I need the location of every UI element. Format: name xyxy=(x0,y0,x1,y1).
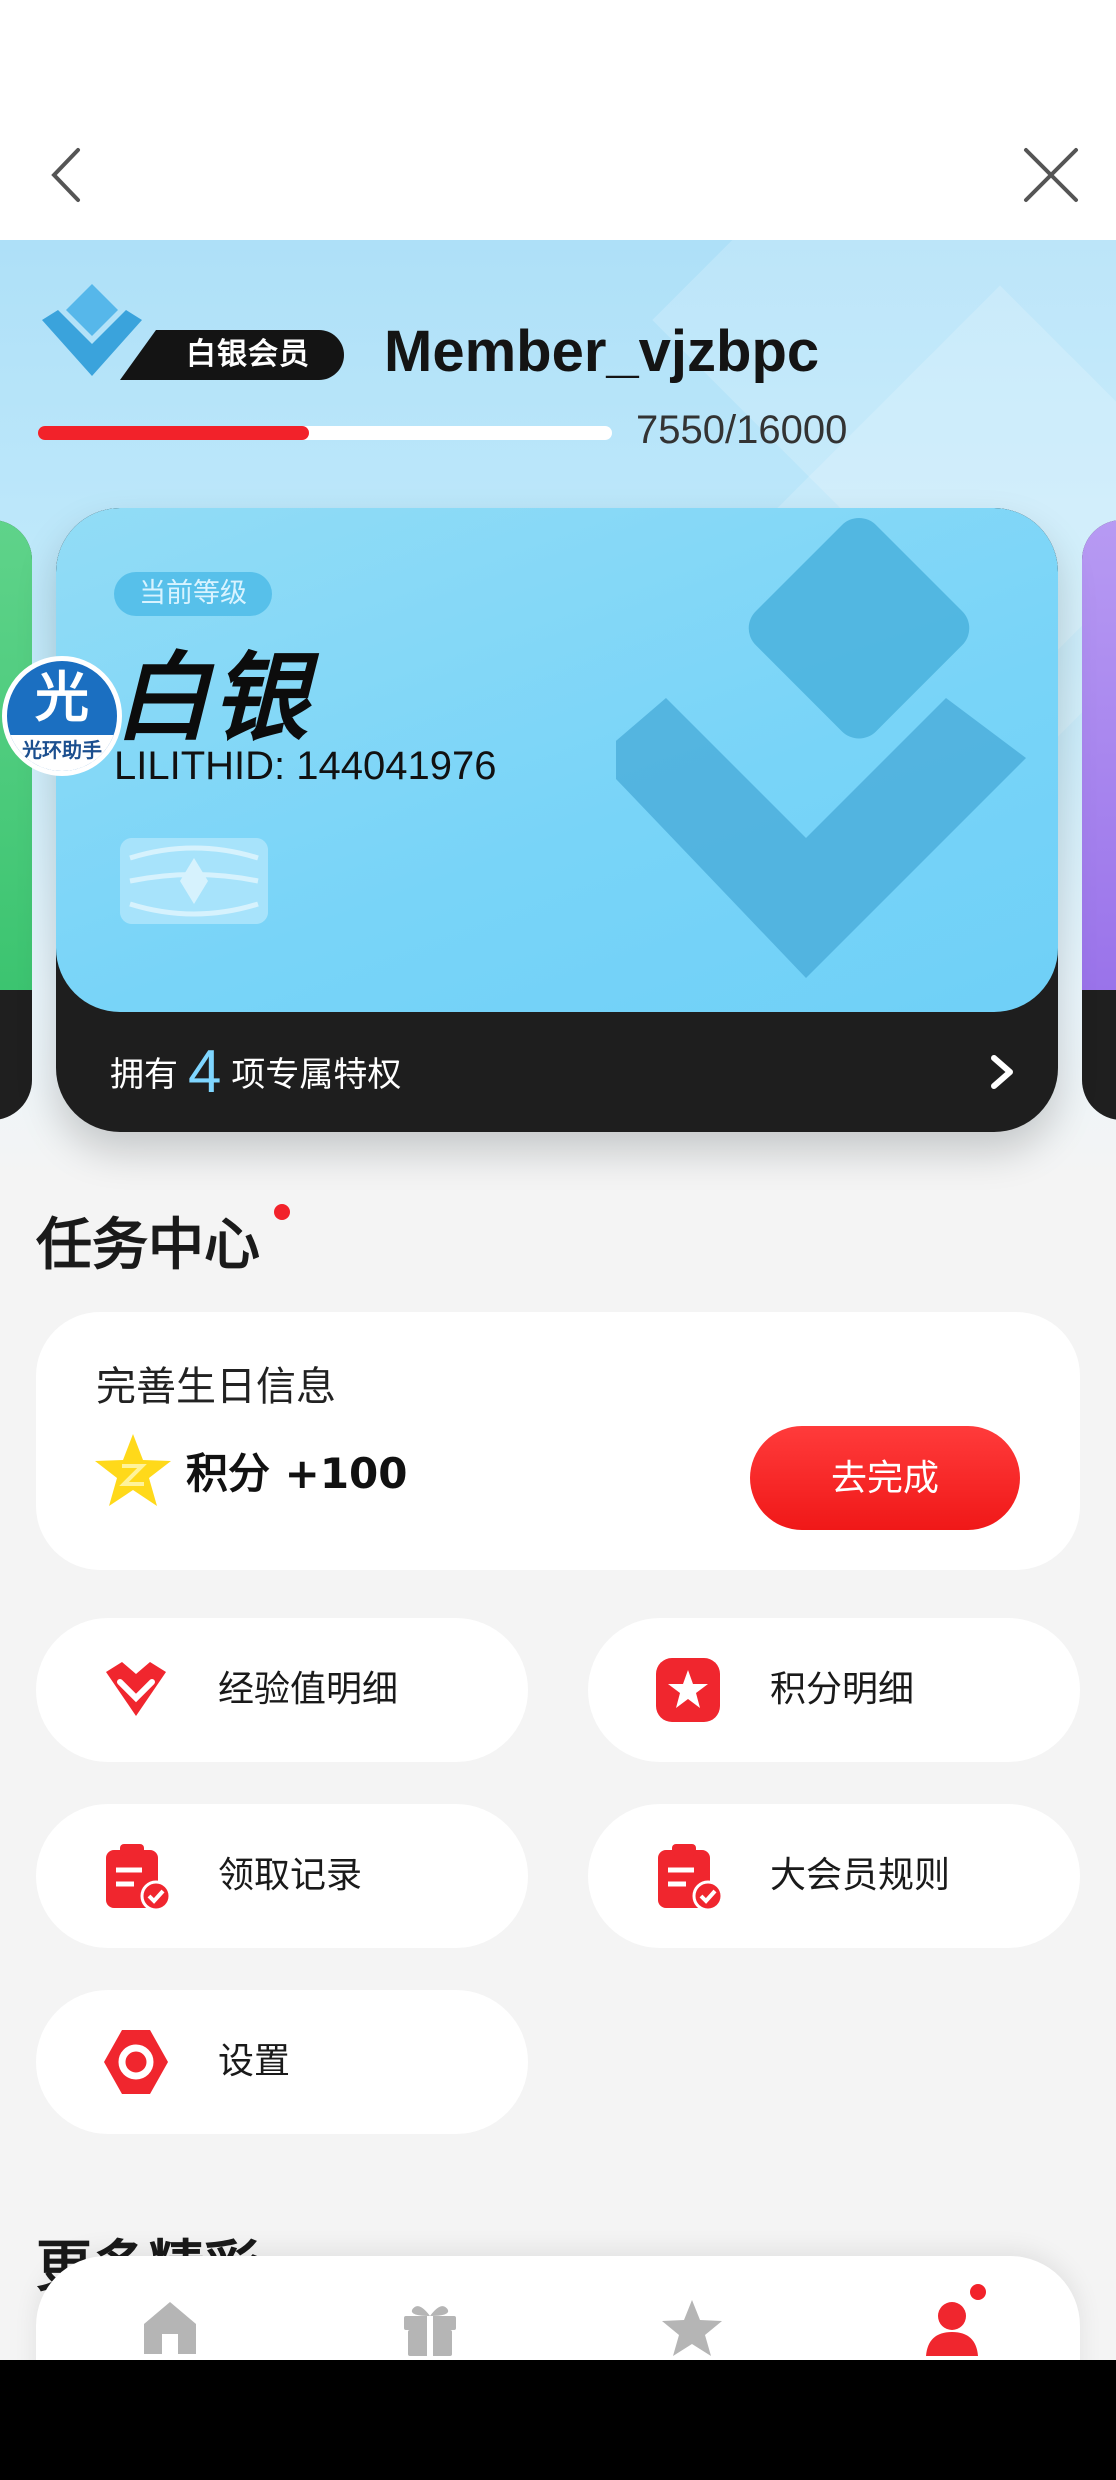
menu-label: 积分明细 xyxy=(770,1669,915,1710)
task-title: 完善生日信息 xyxy=(96,1364,336,1410)
exp-progress-bar xyxy=(38,426,612,440)
home-icon[interactable] xyxy=(138,2296,202,2360)
task-card: 完善生日信息 积分 +100 去完成 xyxy=(36,1312,1080,1570)
clipboard-check-icon xyxy=(658,1844,724,1912)
star-points-icon xyxy=(95,1434,171,1506)
privilege-prefix: 拥有 xyxy=(110,1055,178,1095)
menu-membership-rules[interactable]: 大会员规则 xyxy=(588,1804,1080,1948)
prev-tier-card[interactable] xyxy=(0,520,32,1120)
tier-watermark-icon xyxy=(616,517,1026,978)
menu-settings[interactable]: 设置 xyxy=(36,1990,528,2134)
user-icon[interactable] xyxy=(920,2296,984,2360)
chevron-left-icon xyxy=(51,148,80,202)
tier-badge: 白银会员 xyxy=(120,330,344,380)
star-badge-icon xyxy=(656,1658,720,1722)
membership-card-face: 当前等级 白银 LILITHID: 144041976 xyxy=(56,508,1058,1012)
membership-card[interactable]: 当前等级 白银 LILITHID: 144041976 拥有 4 项专属特权 xyxy=(56,508,1058,1132)
username: Member_vjzbpc xyxy=(384,319,820,384)
lilith-id: LILITHID: 144041976 xyxy=(114,744,497,788)
privilege-suffix: 项专属特权 xyxy=(231,1055,402,1095)
floating-helper-button[interactable]: 光 光环助手 xyxy=(2,656,122,776)
exp-progress-fill xyxy=(38,426,309,440)
next-tier-card[interactable] xyxy=(1082,520,1116,1120)
back-button[interactable] xyxy=(40,140,100,210)
menu-label: 设置 xyxy=(218,2041,291,2082)
helper-logo-glyph: 光 xyxy=(35,666,89,729)
menu-points-details[interactable]: 积分明细 xyxy=(588,1618,1080,1762)
system-navigation-bar xyxy=(0,2360,1116,2480)
menu-claim-records[interactable]: 领取记录 xyxy=(36,1804,528,1948)
settings-hexagon-icon xyxy=(104,2030,168,2094)
exp-progress-text: 7550/16000 xyxy=(636,408,848,452)
chevron-right-icon xyxy=(991,1055,1013,1089)
clipboard-check-icon xyxy=(106,1844,172,1912)
helper-label: 光环助手 xyxy=(7,735,117,771)
complete-task-button[interactable]: 去完成 xyxy=(750,1426,1020,1530)
menu-label: 领取记录 xyxy=(218,1855,363,1896)
notification-dot xyxy=(970,2284,986,2300)
card-chip-icon xyxy=(120,838,268,924)
privilege-text: 拥有 4 项专属特权 xyxy=(110,1042,401,1105)
level-name: 白银 xyxy=(114,642,310,754)
task-reward: 积分 +100 xyxy=(186,1449,408,1498)
task-center-title: 任务中心 xyxy=(36,1213,260,1278)
top-bar xyxy=(0,0,1116,240)
notification-dot xyxy=(274,1204,290,1220)
menu-exp-details[interactable]: 经验值明细 xyxy=(36,1618,528,1762)
close-button[interactable] xyxy=(1016,140,1086,210)
menu-label: 经验值明细 xyxy=(218,1669,399,1710)
star-icon[interactable] xyxy=(660,2296,724,2360)
diamond-heart-icon xyxy=(106,1662,166,1716)
close-x-icon xyxy=(1024,148,1078,202)
menu-label: 大会员规则 xyxy=(770,1855,951,1896)
current-level-chip: 当前等级 xyxy=(114,572,272,616)
privilege-count: 4 xyxy=(188,1038,222,1105)
gift-icon[interactable] xyxy=(398,2296,462,2360)
privilege-bar[interactable]: 拥有 4 项专属特权 xyxy=(56,1012,1058,1132)
